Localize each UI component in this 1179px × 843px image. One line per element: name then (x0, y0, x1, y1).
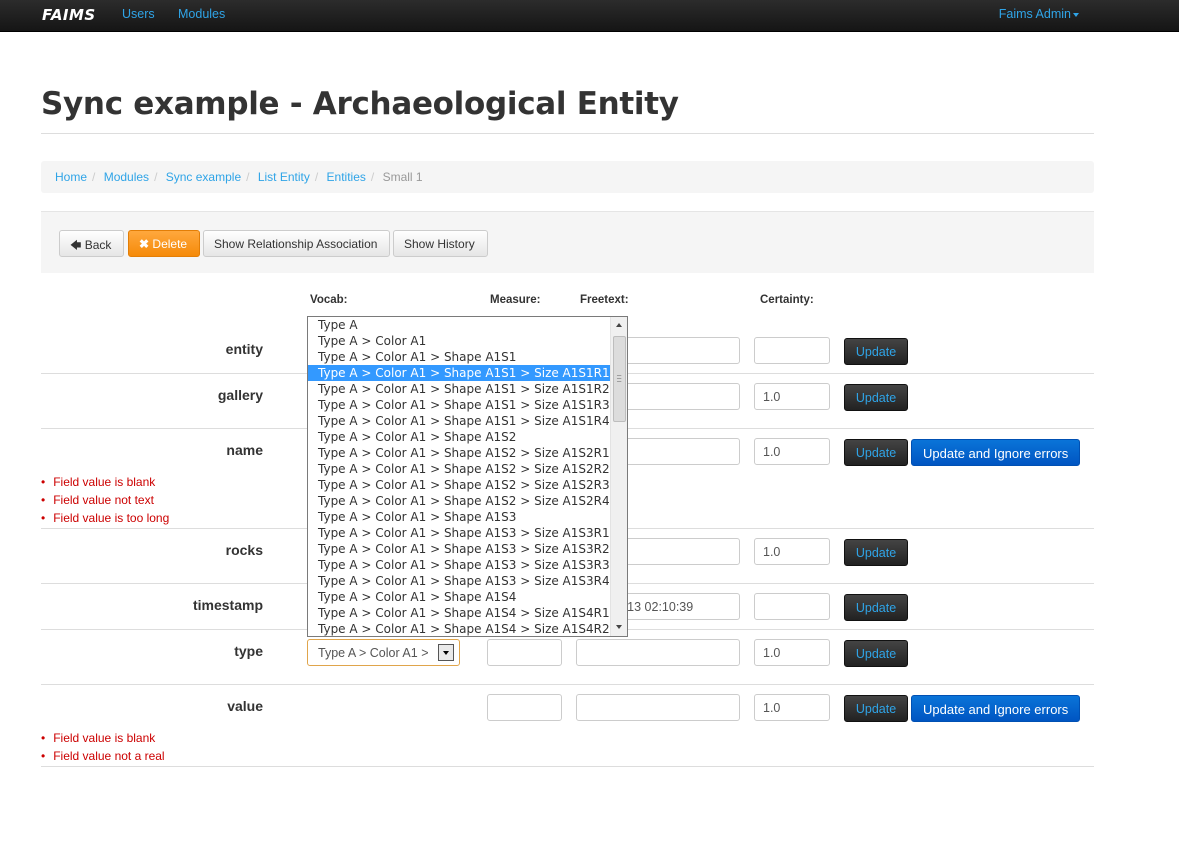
value-update-ignore-errors-button[interactable]: Update and Ignore errors (911, 695, 1081, 722)
timestamp-update-button[interactable]: Update (844, 594, 908, 621)
type-update-button[interactable]: Update (844, 640, 908, 667)
breadcrumb-separator: / (370, 170, 375, 184)
value-freetext-input[interactable] (576, 694, 740, 721)
type-measure-input[interactable] (487, 639, 562, 666)
nav-users[interactable]: Users (122, 7, 155, 21)
vocab-option[interactable]: Type A > Color A1 > Shape A1S2 > Size A1… (308, 477, 611, 493)
action-toolbar: 🡄 Back ✖ Delete Show Relationship Associ… (41, 211, 1094, 273)
dropdown-scrollbar[interactable]: ─ ─ ─ (610, 317, 627, 636)
error-message: Field value is too long (41, 511, 169, 525)
breadcrumb-separator: / (92, 170, 96, 184)
value-certainty-input[interactable]: 1.0 (754, 694, 830, 721)
rocks-update-button[interactable]: Update (844, 539, 908, 566)
row-label-name: name (226, 442, 263, 458)
type-certainty-input[interactable]: 1.0 (754, 639, 830, 666)
error-message: Field value not text (41, 493, 154, 507)
breadcrumb-separator: / (154, 170, 158, 184)
vocab-option[interactable]: Type A > Color A1 > Shape A1S1 > Size A1… (308, 365, 611, 381)
vocab-dropdown-list[interactable]: Type A Type A > Color A1 Type A > Color A1… (307, 316, 628, 637)
user-menu-label: Faims Admin (998, 7, 1071, 21)
vocab-option[interactable]: Type A > Color A1 > Shape A1S1 > Size A1… (308, 397, 611, 413)
show-history-button[interactable]: Show History (393, 230, 488, 257)
vocab-option[interactable]: Type A > Color A1 > Shape A1S4 > Size A1… (308, 605, 611, 621)
vocab-option[interactable]: Type A > Color A1 > Shape A1S3 (308, 509, 611, 525)
error-message: Field value is blank (41, 731, 155, 745)
caret-down-icon (1073, 12, 1079, 17)
vocab-option[interactable]: Type A > Color A1 > Shape A1S3 > Size A1… (308, 557, 611, 573)
delete-button-label: Delete (152, 237, 188, 251)
breadcrumb-list-entity[interactable]: List Entity (258, 170, 310, 184)
vocab-header: Vocab: (310, 294, 348, 306)
gallery-certainty-input[interactable]: 1.0 (754, 383, 830, 410)
grip-icon: ─ ─ ─ (617, 372, 622, 386)
error-message: Field value not a real (41, 749, 164, 763)
back-button-label: Back (84, 238, 112, 252)
row-label-entity: entity (225, 341, 263, 357)
row-divider (41, 684, 1094, 685)
delete-button[interactable]: ✖ Delete (128, 230, 200, 257)
vocab-option[interactable]: Type A > Color A1 > Shape A1S2 > Size A1… (308, 461, 611, 477)
timestamp-certainty-input[interactable] (754, 593, 830, 620)
vocab-option[interactable]: Type A > Color A1 > Shape A1S1 > Size A1… (308, 381, 611, 397)
user-menu[interactable]: Faims Admin (999, 7, 1079, 21)
name-update-ignore-errors-button[interactable]: Update and Ignore errors (911, 439, 1081, 466)
vocab-option[interactable]: Type A > Color A1 > Shape A1S1 > Size A1… (308, 413, 611, 429)
nav-modules[interactable]: Modules (178, 7, 225, 21)
vocab-option[interactable]: Type A > Color A1 > Shape A1S3 > Size A1… (308, 573, 611, 589)
vocab-option[interactable]: Type A > Color A1 > Shape A1S4 (308, 589, 611, 605)
freetext-header: Freetext: (580, 294, 629, 306)
entity-update-button[interactable]: Update (844, 338, 908, 365)
scroll-up-icon[interactable] (612, 318, 627, 333)
breadcrumb: Home / Modules / Sync example / List Entity… (41, 161, 1094, 193)
scrollbar-thumb[interactable]: ─ ─ ─ (613, 336, 626, 422)
value-update-button[interactable]: Update (844, 695, 908, 722)
value-measure-input[interactable] (487, 694, 562, 721)
row-label-type: type (234, 643, 263, 659)
entity-certainty-input[interactable] (754, 337, 830, 364)
type-freetext-input[interactable] (576, 639, 740, 666)
navbar: FAIMS Users Modules Faims Admin (0, 0, 1179, 32)
close-icon: ✖ (139, 237, 150, 251)
breadcrumb-separator: / (246, 170, 250, 184)
arrow-left-icon: 🡄 (70, 240, 82, 252)
breadcrumb-separator: / (314, 170, 319, 184)
gallery-update-button[interactable]: Update (844, 384, 908, 411)
vocab-option[interactable]: Type A > Color A1 (308, 333, 611, 349)
vocab-option[interactable]: Type A > Color A1 > Shape A1S4 > Size A1… (308, 621, 611, 636)
vocab-option[interactable]: Type A > Color A1 > Shape A1S3 > Size A1… (308, 541, 611, 557)
vocab-option[interactable]: Type A > Color A1 > Shape A1S3 > Size A1… (308, 525, 611, 541)
row-label-value: value (227, 698, 263, 714)
type-vocab-select[interactable]: Type A > Color A1 > (307, 639, 460, 666)
vocab-options: Type A Type A > Color A1 Type A > Color A1… (308, 317, 627, 636)
type-vocab-selected-value: Type A > Color A1 > (318, 646, 429, 660)
page-title: Sync example - Archaeological Entity (41, 86, 679, 122)
name-certainty-input[interactable]: 1.0 (754, 438, 830, 465)
name-update-button[interactable]: Update (844, 439, 908, 466)
breadcrumb-sync-example[interactable]: Sync example (166, 170, 241, 184)
show-relationship-button[interactable]: Show Relationship Association (203, 230, 390, 257)
vocab-option[interactable]: Type A > Color A1 > Shape A1S2 > Size A1… (308, 445, 611, 461)
breadcrumb-entities[interactable]: Entities (327, 170, 366, 184)
error-message: Field value is blank (41, 475, 155, 489)
dropdown-arrow-icon[interactable] (438, 644, 454, 661)
rocks-certainty-input[interactable]: 1.0 (754, 538, 830, 565)
scroll-down-icon[interactable] (612, 620, 627, 635)
brand-logo[interactable]: FAIMS (42, 6, 96, 24)
title-divider (41, 133, 1094, 134)
breadcrumb-current: Small 1 (382, 170, 423, 184)
breadcrumb-home[interactable]: Home (55, 170, 87, 184)
measure-header: Measure: (490, 294, 541, 306)
vocab-option[interactable]: Type A > Color A1 > Shape A1S1 (308, 349, 611, 365)
breadcrumb-modules[interactable]: Modules (104, 170, 149, 184)
back-button[interactable]: 🡄 Back (59, 230, 124, 257)
certainty-header: Certainty: (760, 294, 814, 306)
vocab-option[interactable]: Type A > Color A1 > Shape A1S2 (308, 429, 611, 445)
vocab-option[interactable]: Type A > Color A1 > Shape A1S2 > Size A1… (308, 493, 611, 509)
row-divider (41, 766, 1094, 767)
vocab-option[interactable]: Type A (308, 317, 611, 333)
row-label-rocks: rocks (225, 542, 263, 558)
row-label-timestamp: timestamp (192, 597, 263, 613)
row-label-gallery: gallery (217, 387, 263, 403)
